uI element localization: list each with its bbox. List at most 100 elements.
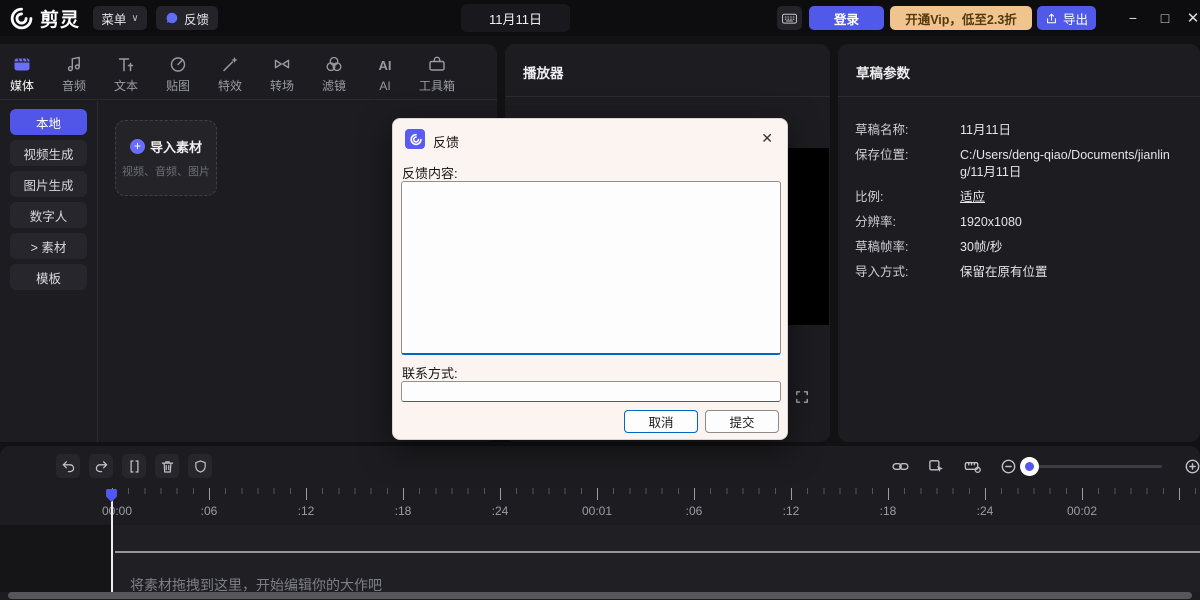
sidebar-item-template[interactable]: 模板 xyxy=(10,264,87,290)
sidebar-divider xyxy=(97,101,98,442)
snap-link-button[interactable] xyxy=(888,454,912,478)
fullscreen-button[interactable] xyxy=(794,389,810,405)
project-title[interactable]: 11月11日 xyxy=(461,4,570,32)
timeline-horizontal-scrollbar[interactable] xyxy=(8,592,1192,599)
dialog-title: 反馈 xyxy=(433,132,459,151)
param-row-location: 保存位置: C:/Users/deng-qiao/Documents/jianl… xyxy=(855,147,1185,181)
split-icon xyxy=(126,458,143,475)
track-header-column xyxy=(0,525,112,592)
export-button[interactable]: 导出 xyxy=(1037,6,1096,30)
draft-params-list: 草稿名称: 11月11日 保存位置: C:/Users/deng-qiao/Do… xyxy=(855,122,1185,289)
sidebar-item-local[interactable]: 本地 xyxy=(10,109,87,135)
empty-track-line xyxy=(115,551,1200,553)
ruler-label: :18 xyxy=(395,504,412,518)
undo-button[interactable] xyxy=(56,454,80,478)
logo-swirl-icon xyxy=(8,6,33,31)
ruler-label: :24 xyxy=(977,504,994,518)
logo-swirl-icon xyxy=(409,133,422,146)
tab-ai[interactable]: AI AI xyxy=(359,50,411,98)
contact-input[interactable] xyxy=(401,381,781,402)
zoom-out-button[interactable] xyxy=(996,454,1020,478)
submit-button[interactable]: 提交 xyxy=(705,410,779,433)
link-icon xyxy=(891,457,910,476)
zoom-in-button[interactable] xyxy=(1180,454,1200,478)
sidebar-item-material[interactable]: > 素材 xyxy=(10,233,87,259)
track-area[interactable]: 将素材拖拽到这里，开始编辑你的大作吧 xyxy=(112,525,1200,592)
tab-effects[interactable]: 特效 xyxy=(204,50,256,98)
media-clapperboard-icon xyxy=(12,54,32,74)
zoom-out-icon xyxy=(999,457,1018,476)
login-button[interactable]: 登录 xyxy=(809,6,884,30)
text-icon xyxy=(116,54,136,74)
timeline-toolbar-left xyxy=(56,454,212,478)
draft-params-panel: 草稿参数 草稿名称: 11月11日 保存位置: C:/Users/deng-qi… xyxy=(838,44,1200,442)
timeline-toolbar-right xyxy=(888,454,1020,478)
timeline-zoom-slider-track[interactable] xyxy=(1028,465,1162,468)
tab-text[interactable]: 文本 xyxy=(100,50,152,98)
feedback-content-label: 反馈内容: xyxy=(402,163,458,182)
dialog-close-button[interactable]: ✕ xyxy=(761,130,773,147)
feedback-dialog: 反馈 ✕ 反馈内容: 联系方式: 取消 提交 xyxy=(392,118,788,440)
tab-media[interactable]: 媒体 xyxy=(0,50,48,98)
param-row-name: 草稿名称: 11月11日 xyxy=(855,122,1185,139)
vip-button[interactable]: 开通Vip，低至2.3折 xyxy=(890,6,1032,30)
param-row-framerate: 草稿帧率: 30帧/秒 xyxy=(855,239,1185,256)
ruler-label: 00:01 xyxy=(582,504,612,518)
window-close-button[interactable]: ✕ xyxy=(1178,0,1200,36)
media-tabs-row: 媒体 音频 文本 xyxy=(0,44,497,100)
toolbox-icon xyxy=(427,54,447,74)
linkage-select-button[interactable] xyxy=(924,454,948,478)
draft-params-title: 草稿参数 xyxy=(856,62,910,82)
sidebar-item-video-generate[interactable]: 视频生成 xyxy=(10,140,87,166)
chevron-down-icon: ∨ xyxy=(131,13,138,24)
preview-axis-button[interactable] xyxy=(960,454,984,478)
tab-toolbox[interactable]: 工具箱 xyxy=(411,50,463,98)
timeline-zoom-slider-knob[interactable] xyxy=(1020,457,1039,476)
import-material-card[interactable]: + 导入素材 视频、音频、图片 xyxy=(115,120,217,196)
tab-sticker[interactable]: 贴图 xyxy=(152,50,204,98)
app-logo: 剪灵 xyxy=(8,5,80,32)
playhead-handle[interactable] xyxy=(105,488,118,503)
window-minimize-button[interactable]: − xyxy=(1118,0,1148,36)
dialog-app-logo xyxy=(405,129,425,149)
tab-transition[interactable]: 转场 xyxy=(256,50,308,98)
close-icon: ✕ xyxy=(1187,9,1200,27)
player-title: 播放器 xyxy=(523,62,564,82)
ruler-label: :06 xyxy=(201,504,218,518)
zoom-in-icon xyxy=(1183,457,1200,476)
timeline-ruler[interactable]: 00:00 :06 :12 :18 :24 00:01 :06 :12 :18 … xyxy=(0,488,1200,525)
ai-icon: AI xyxy=(379,56,392,76)
ruler-label: :06 xyxy=(686,504,703,518)
ratio-dropdown[interactable]: 适应 xyxy=(960,189,1180,206)
redo-icon xyxy=(93,458,110,475)
delete-button[interactable] xyxy=(155,454,179,478)
ruler-label: :24 xyxy=(492,504,509,518)
feedback-button[interactable]: 反馈 xyxy=(156,6,218,30)
ruler-ticks xyxy=(0,488,1200,500)
magic-wand-icon xyxy=(220,54,240,74)
tab-filter[interactable]: 滤镜 xyxy=(308,50,360,98)
ruler-label: 00:00 xyxy=(102,504,132,518)
undo-icon xyxy=(60,458,77,475)
filter-circles-icon xyxy=(324,54,344,74)
fullscreen-icon xyxy=(794,389,810,405)
mask-button[interactable] xyxy=(188,454,212,478)
sidebar-item-digital-human[interactable]: 数字人 xyxy=(10,202,87,228)
feedback-content-textarea[interactable] xyxy=(401,181,781,355)
contact-label: 联系方式: xyxy=(402,363,458,382)
playhead-line xyxy=(111,490,113,592)
tab-audio[interactable]: 音频 xyxy=(48,50,100,98)
split-button[interactable] xyxy=(122,454,146,478)
sidebar-item-image-generate[interactable]: 图片生成 xyxy=(10,171,87,197)
plus-icon: + xyxy=(130,139,145,154)
cancel-button[interactable]: 取消 xyxy=(624,410,698,433)
window-maximize-button[interactable]: □ xyxy=(1150,0,1180,36)
keyboard-icon xyxy=(781,10,798,27)
shortcut-keyboard-button[interactable] xyxy=(777,6,802,30)
app-name: 剪灵 xyxy=(40,5,80,32)
redo-button[interactable] xyxy=(89,454,113,478)
param-row-import-mode: 导入方式: 保留在原有位置 xyxy=(855,264,1185,281)
menu-button[interactable]: 菜单 ∨ xyxy=(93,6,147,30)
timeline-hint-text: 将素材拖拽到这里，开始编辑你的大作吧 xyxy=(130,575,382,592)
import-material-subtitle: 视频、音频、图片 xyxy=(122,163,210,179)
